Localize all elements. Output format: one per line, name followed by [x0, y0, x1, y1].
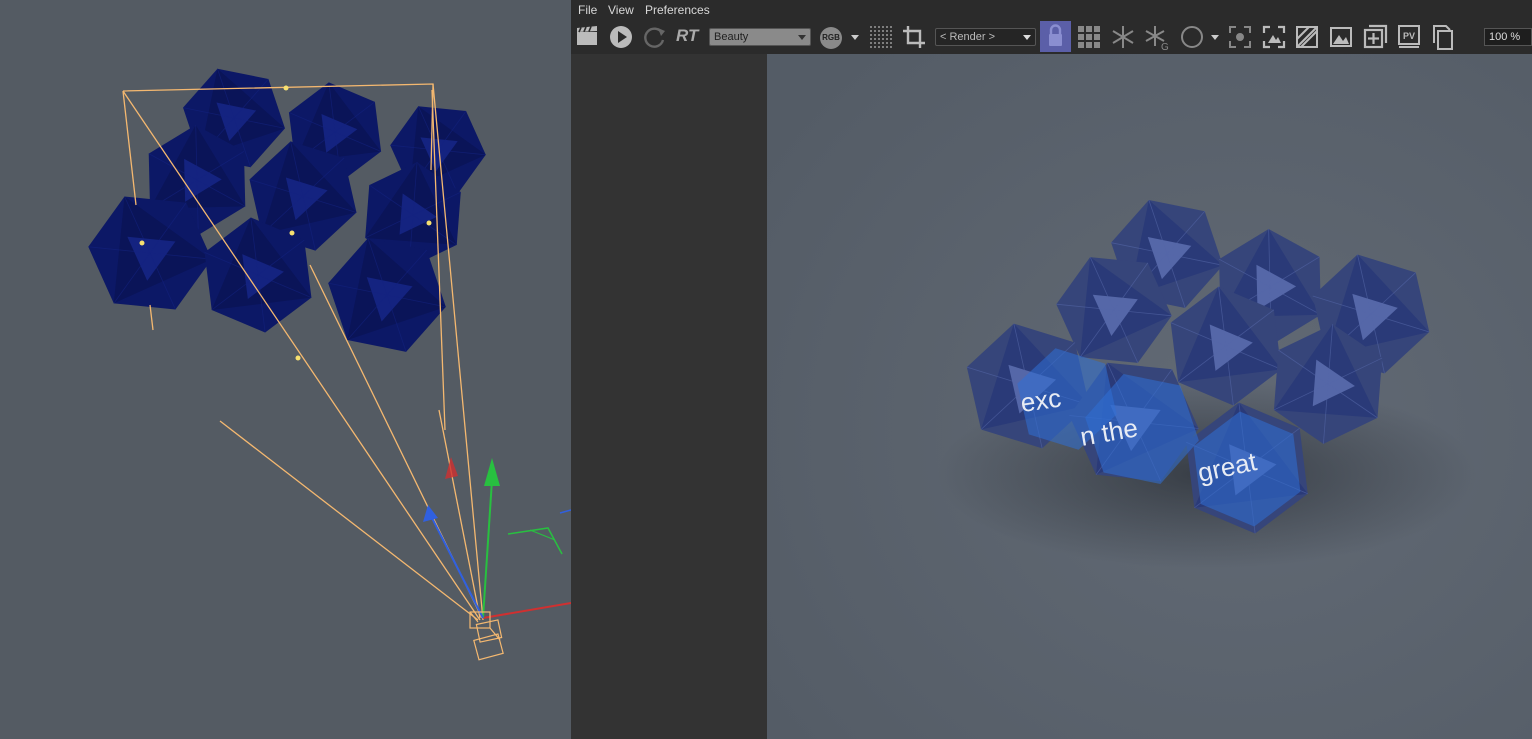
zoom-field[interactable]: 100 % [1484, 28, 1532, 46]
image-icon[interactable] [1327, 23, 1355, 51]
render-target-select[interactable]: < Render > [935, 28, 1036, 46]
render-pass-select[interactable]: Beauty [709, 28, 811, 46]
compare-icon[interactable] [1293, 23, 1321, 51]
focus-icon[interactable] [1226, 23, 1254, 51]
chevron-down-icon[interactable] [851, 35, 859, 40]
render-toolbar: RT Beauty RGB < Render > G PV 100 % [571, 20, 1532, 54]
viewport-scene [88, 68, 571, 661]
menu-file[interactable]: File [578, 3, 597, 17]
axis-gizmo[interactable] [423, 457, 571, 619]
refresh-icon[interactable] [641, 23, 669, 51]
viewport-icosahedron [328, 237, 446, 353]
snowflake-icon[interactable] [1109, 23, 1137, 51]
render-word-1: exc [1019, 383, 1063, 418]
render-history-sidebar [571, 54, 767, 739]
circle-icon[interactable] [1178, 23, 1206, 51]
rt-toggle[interactable]: RT [676, 26, 698, 46]
play-icon[interactable] [607, 23, 635, 51]
render-canvas[interactable]: exc n the great [767, 54, 1532, 739]
clapper-icon[interactable] [573, 23, 601, 51]
render-pass-value: Beauty [714, 31, 749, 43]
3d-viewport[interactable] [0, 0, 571, 739]
snowflake-g-icon[interactable]: G [1143, 23, 1171, 51]
rgb-channel-button[interactable]: RGB [820, 27, 842, 49]
rendered-image: exc n the great [767, 54, 1532, 739]
render-view-panel: File View Preferences RT Beauty RGB < Re… [571, 0, 1532, 739]
add-icon[interactable] [1361, 23, 1389, 51]
chevron-down-icon[interactable] [1211, 35, 1219, 40]
render-target-value: < Render > [940, 31, 996, 43]
lock-icon[interactable] [1040, 21, 1071, 52]
camera-object[interactable] [469, 611, 504, 661]
svg-text:G: G [1161, 42, 1169, 51]
frame-region-icon[interactable] [1260, 23, 1288, 51]
picture-viewer-icon[interactable]: PV [1395, 23, 1423, 51]
menu-preferences[interactable]: Preferences [645, 3, 710, 17]
pv-label: PV [1403, 31, 1415, 41]
grid-icon[interactable] [1075, 23, 1103, 51]
region-grid-icon[interactable] [867, 23, 895, 51]
icosahedra-grid [88, 68, 486, 353]
menu-view[interactable]: View [608, 3, 634, 17]
crop-icon[interactable] [900, 23, 928, 51]
copy-icon[interactable] [1429, 23, 1457, 51]
menu-bar: File View Preferences [571, 0, 1532, 20]
